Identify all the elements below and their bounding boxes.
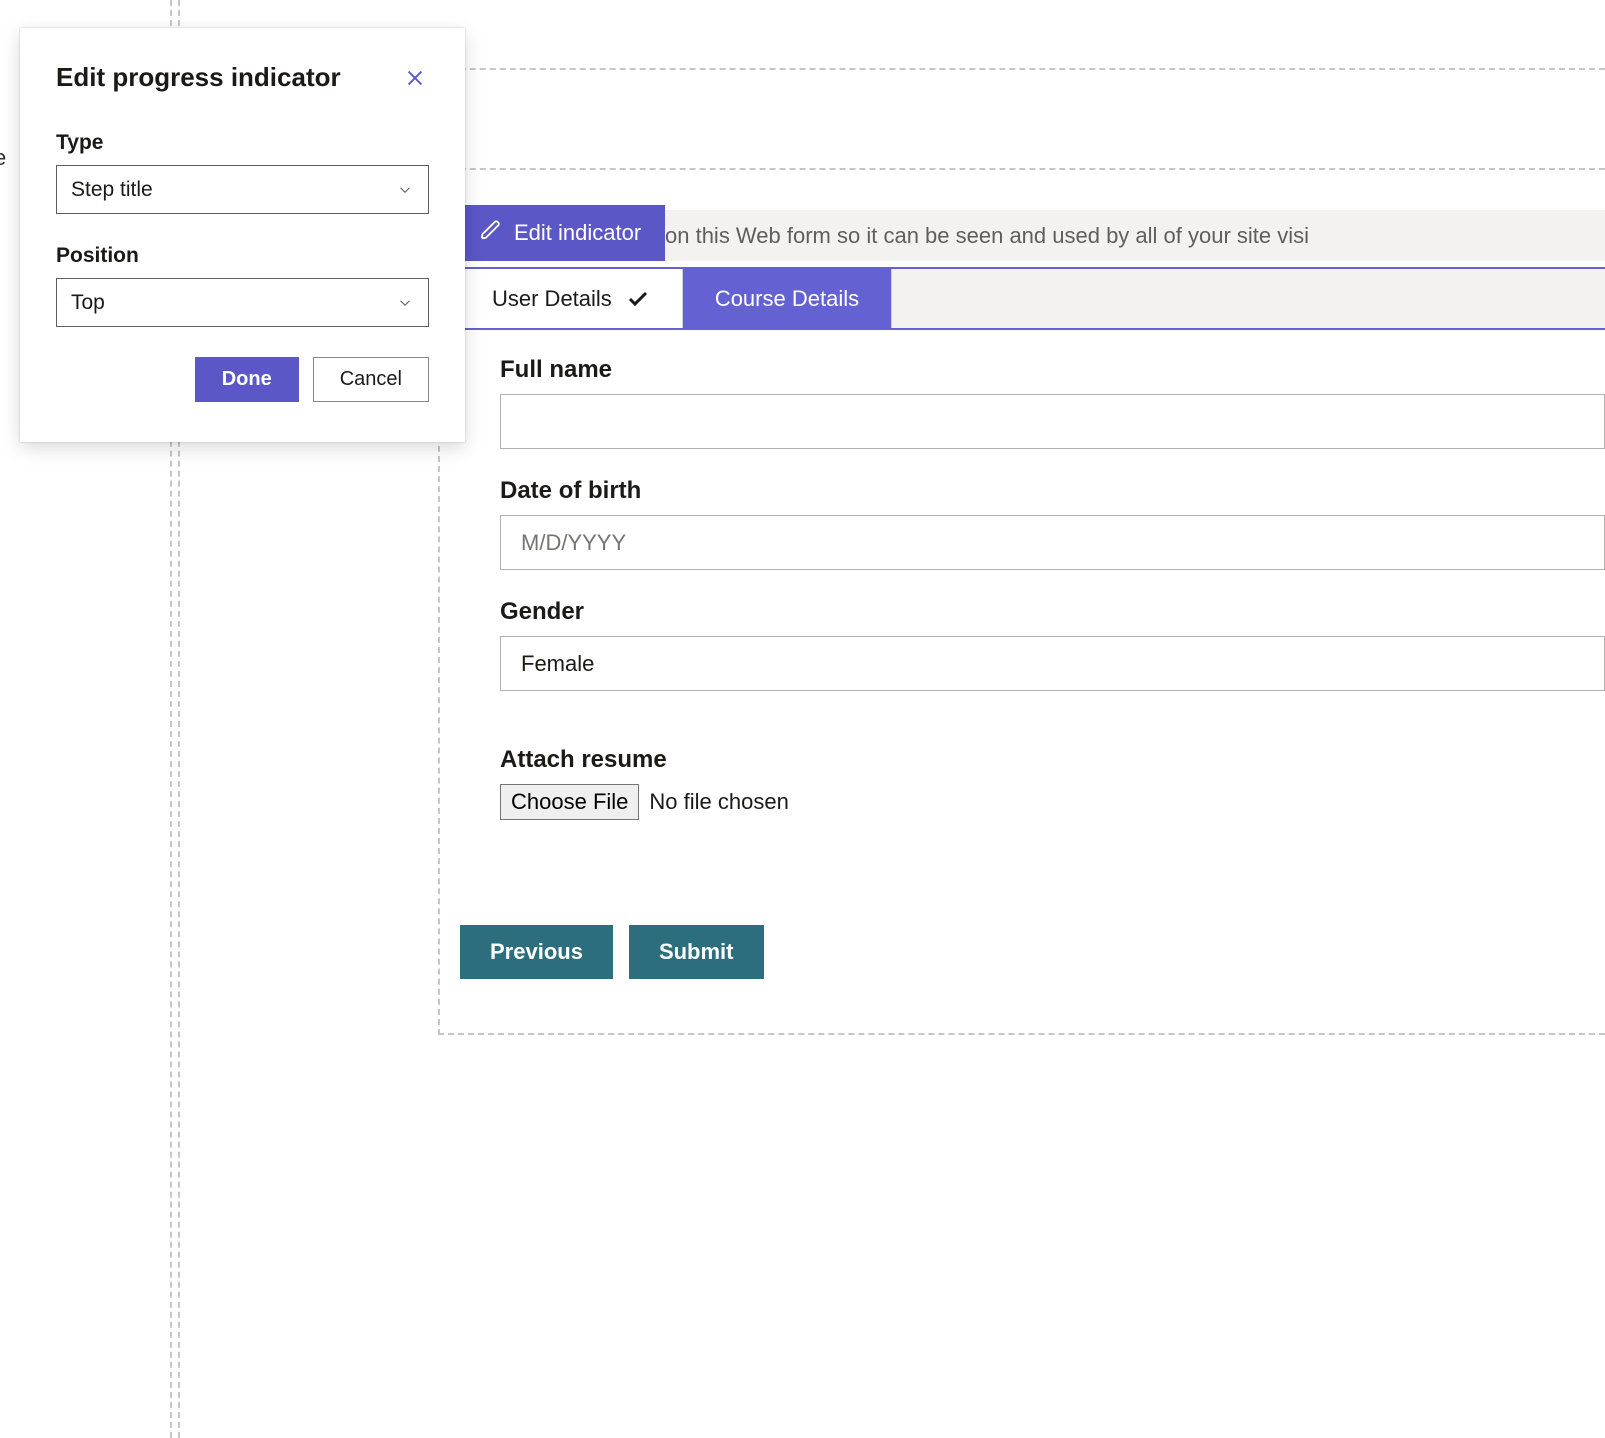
type-label: Type (56, 131, 429, 155)
position-label: Position (56, 244, 429, 268)
no-file-chosen-text: No file chosen (649, 789, 788, 815)
gender-label: Gender (500, 598, 1605, 626)
edit-indicator-button[interactable]: Edit indicator (460, 205, 665, 261)
progress-step-tabs: User Details Course Details (460, 267, 1605, 330)
check-icon (626, 287, 650, 311)
type-dropdown[interactable]: Step title (56, 165, 429, 214)
modal-actions: Done Cancel (56, 357, 429, 402)
field-attach-resume: Attach resume Choose File No file chosen (500, 746, 1605, 820)
done-button[interactable]: Done (195, 357, 299, 402)
step-label: User Details (492, 286, 612, 312)
field-dob: Date of birth (500, 477, 1605, 570)
gender-select[interactable] (500, 636, 1605, 691)
modal-title: Edit progress indicator (56, 62, 341, 93)
position-dropdown[interactable]: Top (56, 278, 429, 327)
step-tab-course-details[interactable]: Course Details (683, 269, 892, 328)
full-name-input[interactable] (500, 394, 1605, 449)
close-button[interactable] (401, 64, 429, 92)
step-tab-user-details[interactable]: User Details (460, 269, 683, 328)
modal-field-position: Position Top (56, 244, 429, 327)
attach-resume-label: Attach resume (500, 746, 1605, 774)
chevron-down-icon (396, 294, 414, 312)
dob-input[interactable] (500, 515, 1605, 570)
modal-field-type: Type Step title (56, 131, 429, 214)
close-icon (404, 67, 426, 89)
form-body: Full name Date of birth Gender Attach re… (500, 356, 1605, 848)
choose-file-button[interactable]: Choose File (500, 784, 639, 820)
full-name-label: Full name (500, 356, 1605, 384)
field-full-name: Full name (500, 356, 1605, 449)
cancel-button[interactable]: Cancel (313, 357, 429, 402)
position-dropdown-value: Top (71, 291, 105, 315)
field-gender: Gender (500, 598, 1605, 691)
dob-label: Date of birth (500, 477, 1605, 505)
previous-button[interactable]: Previous (460, 925, 613, 979)
truncated-left-text: e (0, 145, 6, 171)
pencil-icon (480, 219, 502, 247)
submit-button[interactable]: Submit (629, 925, 764, 979)
step-tabs-spacer (892, 269, 1605, 328)
form-actions: Previous Submit (460, 925, 764, 979)
edit-indicator-label: Edit indicator (514, 220, 641, 246)
edit-progress-indicator-modal: Edit progress indicator Type Step title … (20, 28, 465, 442)
step-label: Course Details (715, 286, 859, 312)
chevron-down-icon (396, 181, 414, 199)
type-dropdown-value: Step title (71, 178, 153, 202)
